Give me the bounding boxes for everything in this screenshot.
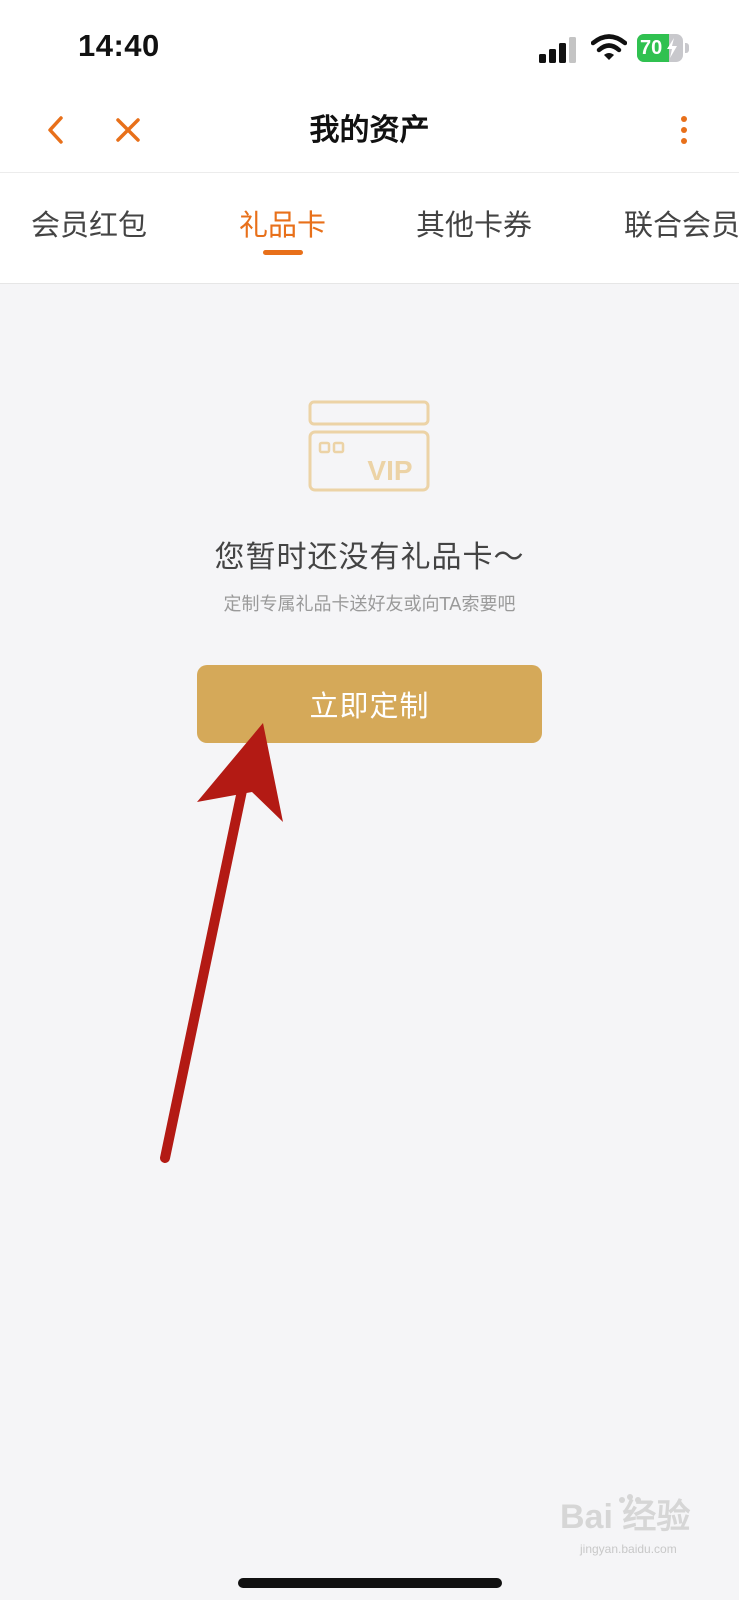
status-bar: 14:40 70 <box>0 0 739 90</box>
asset-tabs: 会员红包 礼品卡 其他卡券 联合会员 <box>0 173 739 284</box>
svg-text:Bai 经验: Bai 经验 <box>560 1497 690 1536</box>
more-vertical-icon <box>681 116 687 144</box>
close-icon <box>116 118 140 142</box>
empty-state-subtitle: 定制专属礼品卡送好友或向TA索要吧 <box>223 594 516 615</box>
battery-body: 70 <box>637 34 683 62</box>
tab-joint-membership[interactable]: 联合会员 <box>624 173 739 283</box>
signal-bars-icon <box>539 37 576 63</box>
arrow-shaft <box>160 757 253 1163</box>
back-button[interactable] <box>36 110 76 150</box>
tab-label: 礼品卡 <box>239 208 327 242</box>
vip-card-icon: VIP <box>308 400 430 492</box>
chevron-left-icon <box>48 116 63 144</box>
close-button[interactable] <box>108 110 148 150</box>
more-button[interactable] <box>664 110 704 150</box>
lightning-icon <box>667 38 677 58</box>
status-time: 14:40 <box>78 28 160 63</box>
tab-other-coupons[interactable]: 其他卡券 <box>416 173 532 283</box>
active-tab-indicator <box>262 250 303 255</box>
wifi-icon <box>591 34 627 60</box>
tab-member-red-packet[interactable]: 会员红包 <box>31 173 147 283</box>
customize-now-button[interactable]: 立即定制 <box>197 665 542 743</box>
tab-label: 会员红包 <box>31 208 148 242</box>
battery-indicator: 70 <box>637 34 689 62</box>
empty-state-title: 您暂时还没有礼品卡～ <box>214 540 525 575</box>
home-indicator[interactable] <box>238 1578 502 1588</box>
vip-label: VIP <box>367 455 412 486</box>
battery-tip <box>685 43 689 53</box>
nav-bar: 我的资产 <box>0 90 739 173</box>
tab-gift-card[interactable]: 礼品卡 <box>239 173 326 283</box>
baidu-watermark: Bai 经验 <box>560 1494 690 1536</box>
watermark-url: jingyan.baidu.com <box>580 1542 677 1556</box>
tab-label: 联合会员 <box>624 208 739 242</box>
tab-label: 其他卡券 <box>416 208 533 242</box>
